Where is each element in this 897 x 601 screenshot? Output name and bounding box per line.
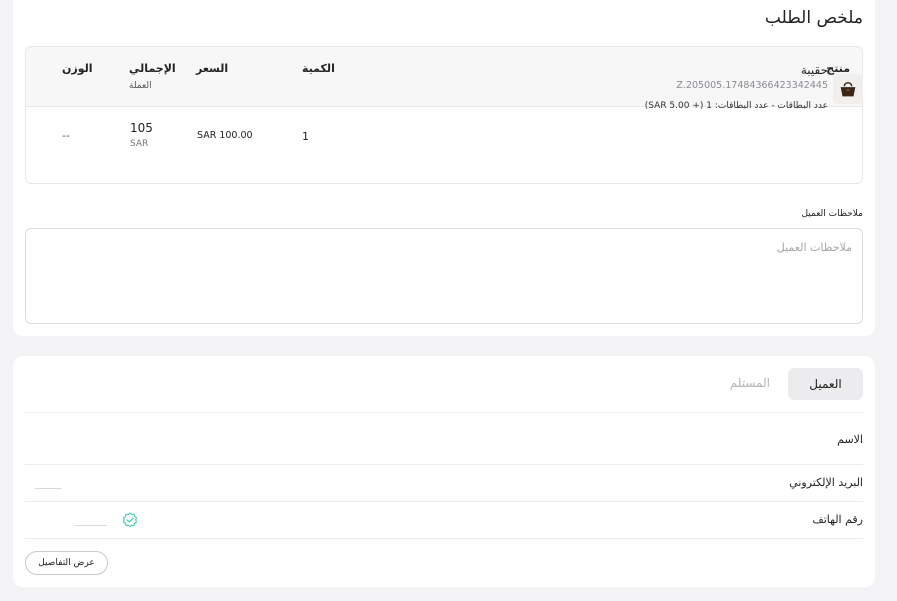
handbag-icon [840,82,856,97]
customer-notes-label: ملاحظات العميل [801,209,863,219]
name-label: الاسم [837,433,863,446]
tab-recipient[interactable]: المستلم [730,376,770,390]
customer-notes-input[interactable] [25,228,863,324]
product-sku: Z.205005.17484366423342445 [676,80,828,91]
divider [25,501,863,502]
column-header-weight: الوزن [62,62,93,75]
item-quantity: 1 [302,130,309,143]
divider [25,412,863,413]
customer-info-card: العميل المستلم الاسم البريد الإلكتروني ر… [13,356,875,587]
verified-check-icon [122,512,138,528]
divider [25,464,863,465]
item-total: 105 [130,121,153,135]
product-name[interactable]: حقيبة [801,63,828,77]
view-details-button[interactable]: عرض التفاصيل [25,551,108,575]
column-header-price: السعر [196,62,229,75]
table-header: منتج الكمية السعر الإجمالي العملة الوزن [26,47,862,107]
email-value [35,488,62,489]
phone-value [75,525,107,526]
tab-customer[interactable]: العميل [788,368,863,400]
column-header-quantity: الكمية [302,62,335,75]
order-summary-card: ملخص الطلب منتج الكمية السعر الإجمالي ال… [13,0,875,336]
phone-label: رقم الهاتف [812,513,863,526]
email-label: البريد الإلكتروني [789,476,863,489]
divider [25,538,863,539]
product-options: عدد البطاقات - عدد البطاقات: 1 (+ SAR 5.… [644,101,828,111]
item-weight: -- [62,129,70,142]
item-price: SAR 100.00 [197,130,253,141]
order-summary-title: ملخص الطلب [764,8,863,28]
product-thumbnail[interactable] [833,74,863,104]
order-items-table: منتج الكمية السعر الإجمالي العملة الوزن … [25,46,863,184]
column-header-total-currency: العملة [129,81,152,91]
column-header-total: الإجمالي [129,62,176,75]
item-total-currency: SAR [130,139,149,149]
